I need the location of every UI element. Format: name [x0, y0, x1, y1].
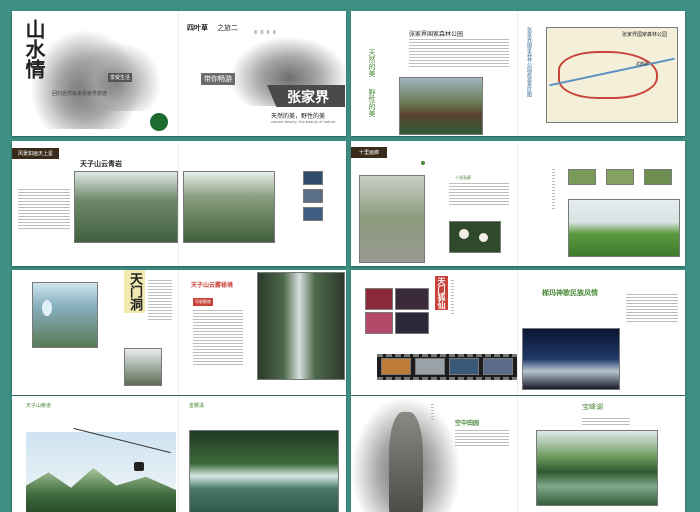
show-photo-4 — [395, 312, 429, 334]
sky-garden-page: 空中田园 — [351, 396, 518, 512]
section-heading: 天子山云雾秘境 — [191, 282, 234, 289]
cover-page: 山水情 回归自然就来张家界旅游 享受生活 — [12, 11, 179, 136]
fox-title: 天门狐仙 — [435, 276, 448, 310]
tianmen-title: 天门洞 — [124, 270, 145, 313]
gallery-page-right — [518, 141, 685, 266]
gallery-page-left: 十里画廊 十里画廊 — [351, 141, 518, 266]
stream-title: 金鞭溪 — [189, 403, 205, 409]
show-photo-3 — [365, 312, 393, 334]
field-thumb-1 — [568, 169, 596, 185]
slogan-en: natural beauty, the beauty of nature — [271, 120, 336, 124]
baofeng-lake-page: 宝峰湖 — [518, 396, 685, 512]
waterfall-photo — [189, 430, 339, 512]
thumb-1 — [303, 171, 323, 185]
side-caption: 回归自然就来张家界旅游 — [52, 91, 108, 97]
chapter-label-2: 之旅二 — [217, 24, 238, 32]
park-intro-page: 张家界国家森林公园 天然的美 野性的美 — [351, 11, 518, 136]
spread-7: 天子山索道 金鞭溪 — [12, 396, 346, 512]
flower-logo-icon — [148, 111, 170, 133]
arch-rock-photo — [32, 282, 98, 348]
spread-8: 空中田园 宝峰湖 — [351, 396, 685, 512]
thumb-3 — [303, 207, 323, 221]
show-photo-2 — [395, 288, 429, 310]
spread-1: 山水情 回归自然就来张家界旅游 享受生活 四叶草 之旅二 ᭝ ᭝ ᭝ ᭝ 带你畅… — [12, 11, 346, 136]
guide-text: 带你畅游 — [201, 73, 235, 85]
map-title: 张家界国家森林公园 — [622, 32, 668, 38]
heaven-gate-photo — [257, 272, 345, 380]
path-photo — [359, 175, 425, 263]
logo-text: 山水情 — [22, 19, 46, 79]
spread-6: 天门狐仙 梯玛神歌民族风情 — [351, 270, 685, 395]
slogan: 天然的美，野性的美 — [271, 113, 326, 120]
vertical-text-1: 天然的美 — [368, 49, 376, 77]
song-title: 梯玛神歌民族风情 — [542, 289, 598, 297]
title-page: 四叶草 之旅二 ᭝ ᭝ ᭝ ᭝ 带你畅游 张家界 天然的美，野性的美 natur… — [179, 11, 346, 136]
lake-caption: 宝峰湖 — [582, 403, 603, 411]
sky-garden-caption: 空中田园 — [455, 420, 480, 427]
vertical-text-2: 野性的美 — [368, 89, 376, 117]
field-thumb-2 — [606, 169, 634, 185]
peaks-photo-2 — [183, 171, 275, 243]
section-ribbon: 风景如画天上星 — [12, 148, 60, 159]
city-title: 张家界 — [287, 90, 329, 106]
fox-page-right: 梯玛神歌民族风情 — [518, 270, 685, 395]
section-sub: 尽收眼底 — [193, 298, 213, 306]
cableway-page: 天子山索道 — [12, 396, 179, 512]
lamp-photo — [124, 348, 162, 386]
sub-heading: 十里画廊 — [455, 175, 471, 180]
tianzi-page-right — [179, 141, 346, 266]
peaks-photo-1 — [74, 171, 178, 243]
map-page: 张家界国家森林公园旅游景区图 张家界国家森林公园 武陵源 — [518, 11, 685, 136]
page-title: 张家界国家森林公园 — [409, 31, 464, 38]
section-heading: 天子山云青岩 — [80, 160, 122, 168]
tianmen-page-right: 天子山云雾秘境 尽收眼底 — [179, 270, 346, 395]
section-ribbon: 十里画廊 — [351, 147, 388, 158]
tianmen-page-left: 天门洞 — [12, 270, 179, 395]
map-label: 武陵源 — [636, 61, 648, 66]
badge-text: 享受生活 — [108, 73, 133, 82]
map-caption: 张家界国家森林公园旅游景区图 — [526, 27, 532, 97]
thumb-2 — [303, 189, 323, 203]
cable-car-icon — [134, 462, 144, 471]
spread-4: 十里画廊 十里画廊 — [351, 141, 685, 266]
cableway-title: 天子山索道 — [26, 403, 52, 409]
lotus-field-photo — [568, 199, 680, 257]
field-thumb-3 — [644, 169, 672, 185]
fox-page-left: 天门狐仙 — [351, 270, 518, 395]
tianzi-page-left: 风景如画天上星 天子山云青岩 — [12, 141, 179, 266]
golden-whip-page: 金鞭溪 — [179, 396, 346, 512]
spread-5: 天门洞 天子山云雾秘境 尽收眼底 — [12, 270, 346, 395]
spread-2: 张家界国家森林公园 天然的美 野性的美 张家界国家森林公园旅游景区图 张家界国家… — [351, 11, 685, 136]
flowers-photo — [449, 221, 501, 253]
lake-photo — [536, 430, 658, 506]
rock-pillar — [389, 412, 423, 512]
chapter-label: 四叶草 — [187, 24, 208, 32]
birds-icon: ᭝ ᭝ ᭝ ᭝ — [254, 27, 277, 36]
show-photo-1 — [365, 288, 393, 310]
village-photo — [399, 77, 483, 135]
spread-3: 风景如画天上星 天子山云青岩 — [12, 141, 346, 266]
night-show-photo — [522, 328, 620, 390]
